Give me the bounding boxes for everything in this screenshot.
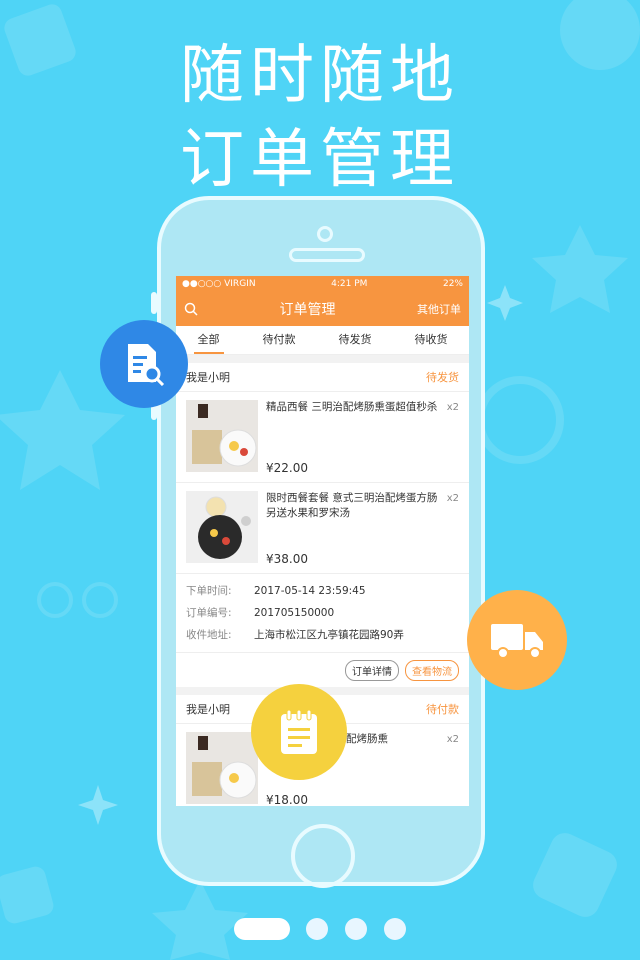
tab-all[interactable]: 全部 bbox=[193, 326, 224, 354]
order-item[interactable]: 精品西餐 三明治配烤肠熏蛋超值秒杀 x2 ¥22.00 bbox=[176, 392, 469, 483]
search-icon[interactable] bbox=[184, 302, 198, 316]
page-title: 订单管理 bbox=[279, 302, 336, 318]
page-dot[interactable] bbox=[345, 918, 367, 940]
phone-side-button bbox=[151, 292, 157, 314]
view-logistics-button[interactable]: 查看物流 bbox=[405, 659, 459, 681]
nav-bar: 订单管理 其他订单 bbox=[176, 292, 469, 326]
food-image-icon bbox=[186, 732, 258, 804]
home-button[interactable] bbox=[291, 824, 355, 888]
food-image-icon bbox=[186, 400, 258, 472]
document-search-bubble bbox=[100, 320, 188, 408]
page-dot[interactable] bbox=[306, 918, 328, 940]
food-thumbnail bbox=[186, 400, 258, 472]
order-status: 待付款 bbox=[426, 703, 459, 716]
phone-camera bbox=[317, 226, 333, 242]
item-price: ¥22.00 bbox=[266, 461, 308, 475]
item-quantity: x2 bbox=[446, 493, 459, 504]
order-meta: 下单时间: 2017-05-14 23:59:45 订单编号: 2017051500… bbox=[176, 574, 469, 653]
other-orders-link[interactable]: 其他订单 bbox=[417, 301, 461, 317]
order-time: 2017-05-14 23:59:45 bbox=[254, 585, 366, 597]
page-indicator bbox=[0, 918, 640, 940]
order-tabs: 全部 待付款 待发货 待收货 bbox=[176, 326, 469, 355]
order-item[interactable]: 限时西餐套餐 意式三明治配烤蛋方肠 另送水果和罗宋汤 x2 ¥38.00 bbox=[176, 483, 469, 574]
item-name: 限时西餐套餐 意式三明治配烤蛋方肠 另送水果和罗宋汤 bbox=[266, 492, 438, 519]
truck-icon bbox=[491, 624, 543, 659]
shipping-address: 上海市松江区九亭镇花园路90弄 bbox=[254, 629, 404, 641]
document-search-icon bbox=[128, 344, 165, 386]
tab-pending-shipment[interactable]: 待发货 bbox=[335, 326, 376, 354]
clock: 4:21 PM bbox=[331, 279, 368, 289]
carrier-label: ●●○○○ VIRGIN bbox=[182, 279, 256, 289]
order-detail-button[interactable]: 订单详情 bbox=[345, 659, 399, 681]
order-actions: 订单详情 查看物流 bbox=[176, 653, 469, 687]
order-card[interactable]: 我是小明 待发货 精品西餐 三明治配烤肠熏蛋超值秒杀 x2 ¥22.00 限时西… bbox=[176, 363, 469, 687]
meta-label: 订单编号: bbox=[186, 607, 232, 619]
headline-line-1: 随时随地 bbox=[180, 39, 460, 113]
item-quantity: x2 bbox=[446, 734, 459, 745]
order-status: 待发货 bbox=[426, 371, 459, 384]
food-thumbnail bbox=[186, 732, 258, 804]
food-image-icon bbox=[186, 491, 258, 563]
headline-line-2: 订单管理 bbox=[180, 123, 460, 197]
item-price: ¥18.00 bbox=[266, 793, 308, 806]
meta-label: 收件地址: bbox=[186, 629, 232, 641]
food-thumbnail bbox=[186, 491, 258, 563]
page-dot[interactable] bbox=[384, 918, 406, 940]
truck-bubble bbox=[467, 590, 567, 690]
page-dot-active[interactable] bbox=[234, 918, 290, 940]
item-price: ¥38.00 bbox=[266, 552, 308, 566]
tab-pending-receipt[interactable]: 待收货 bbox=[411, 326, 452, 354]
order-user: 我是小明 bbox=[186, 371, 230, 384]
meta-label: 下单时间: bbox=[186, 585, 232, 597]
item-name: 精品西餐 三明治配烤肠熏蛋超值秒杀 bbox=[266, 401, 438, 413]
order-user: 我是小明 bbox=[186, 703, 230, 716]
order-number: 201705150000 bbox=[254, 607, 335, 619]
phone-speaker bbox=[289, 248, 365, 262]
item-quantity: x2 bbox=[446, 402, 459, 413]
tab-pending-payment[interactable]: 待付款 bbox=[259, 326, 300, 354]
status-bar: ●●○○○ VIRGIN 4:21 PM 22% bbox=[176, 276, 469, 292]
order-header: 我是小明 待发货 bbox=[176, 363, 469, 392]
battery-label: 22% bbox=[442, 279, 463, 289]
notepad-bubble bbox=[251, 684, 347, 780]
notepad-icon bbox=[281, 709, 317, 754]
